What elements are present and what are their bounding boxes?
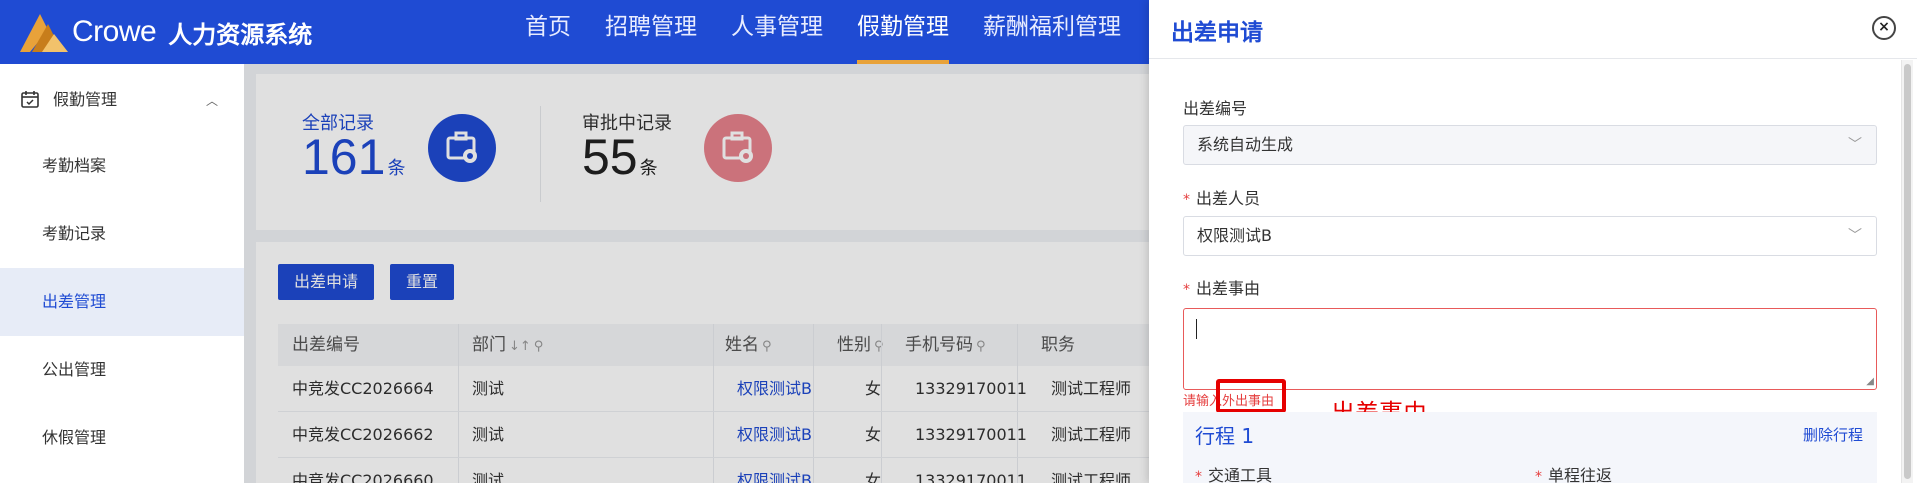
- trip-person-value: 权限测试B: [1197, 226, 1272, 245]
- required-mark: *: [1183, 192, 1190, 208]
- resize-handle-icon[interactable]: ◢: [1866, 376, 1874, 387]
- sidebar: 假勤管理 ︿ 考勤档案 考勤记录 出差管理 公出管理 休假管理: [0, 64, 244, 483]
- drawer-scrollbar[interactable]: [1901, 60, 1913, 483]
- field-label-roundtrip: * 单程往返: [1535, 466, 1613, 483]
- required-mark: *: [1183, 282, 1190, 298]
- text-cursor: [1196, 319, 1197, 339]
- delete-trip-link[interactable]: 删除行程: [1803, 424, 1863, 445]
- main-nav: 首页 招聘管理 人事管理 假勤管理 薪酬福利管理 官: [508, 0, 1195, 64]
- sidebar-item-attendance-records[interactable]: 考勤记录: [0, 200, 244, 268]
- drawer-backdrop[interactable]: [244, 64, 1149, 483]
- trip-number-value: 系统自动生成: [1197, 135, 1294, 154]
- drawer-title: 出差申请: [1171, 20, 1263, 46]
- sidebar-item-business-trip[interactable]: 出差管理: [0, 268, 244, 336]
- sidebar-group-attendance[interactable]: 假勤管理 ︿: [0, 64, 244, 132]
- annotation-highlight-box: [1216, 379, 1286, 413]
- field-label-trip-reason: * 出差事由: [1183, 279, 1261, 298]
- logo-text: Crowe: [72, 15, 157, 48]
- close-icon[interactable]: ×: [1872, 16, 1896, 40]
- crowe-logo-icon: [18, 10, 70, 54]
- trip-section: 行程 1 删除行程 * 交通工具 * 单程往返: [1183, 412, 1877, 483]
- sidebar-item-official-outing[interactable]: 公出管理: [0, 336, 244, 404]
- chevron-down-icon: ﹀: [1848, 228, 1862, 244]
- sidebar-item-leave[interactable]: 休假管理: [0, 404, 244, 472]
- chevron-down-icon: ﹀: [1848, 137, 1862, 153]
- field-label-transport: * 交通工具: [1195, 466, 1273, 483]
- scrollbar-thumb[interactable]: [1904, 64, 1911, 479]
- nav-item-personnel[interactable]: 人事管理: [714, 0, 840, 64]
- trip-number-select[interactable]: 系统自动生成 ﹀: [1183, 125, 1877, 165]
- nav-item-attendance[interactable]: 假勤管理: [840, 0, 966, 64]
- calendar-check-icon: [20, 89, 40, 113]
- sidebar-group-label: 假勤管理: [53, 90, 118, 109]
- nav-item-compensation[interactable]: 薪酬福利管理: [966, 0, 1138, 64]
- system-name: 人力资源系统: [168, 20, 313, 49]
- required-mark: *: [1535, 469, 1542, 483]
- trip-person-select[interactable]: 权限测试B ﹀: [1183, 216, 1877, 256]
- field-label-trip-person: * 出差人员: [1183, 189, 1261, 208]
- trip-application-drawer: 出差申请 × 出差编号 系统自动生成 ﹀ * 出差人员 权限测试B ﹀ * 出差事由…: [1149, 0, 1917, 483]
- drawer-divider: [1149, 58, 1917, 59]
- field-label-trip-number: 出差编号: [1183, 99, 1248, 118]
- sidebar-item-attendance-archive[interactable]: 考勤档案: [0, 132, 244, 200]
- nav-item-home[interactable]: 首页: [508, 0, 588, 64]
- trip-title: 行程 1: [1195, 424, 1255, 448]
- chevron-up-icon[interactable]: ︿: [206, 92, 218, 109]
- logo[interactable]: Crowe 人力资源系统: [18, 8, 312, 56]
- trip-reason-textarea[interactable]: ◢: [1183, 308, 1877, 390]
- required-mark: *: [1195, 469, 1202, 483]
- nav-item-recruitment[interactable]: 招聘管理: [588, 0, 714, 64]
